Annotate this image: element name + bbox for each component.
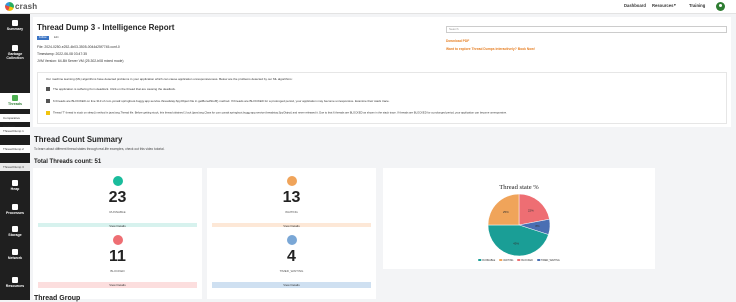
thread-state-label: RUNNABLE — [109, 210, 126, 214]
sidebar-subitem-active[interactable]: Thread Dump 3 — [0, 163, 30, 171]
view-details-button[interactable]: View Details — [38, 282, 197, 288]
sidebar-item-resources[interactable]: Resources — [0, 277, 30, 288]
sidebar-item-label: Heap — [10, 187, 20, 191]
page-title: Thread Dump 3 - Intelligence Report — [37, 23, 175, 32]
problem-item: 6 threads are BLOCKED on line 313 of com… — [46, 99, 390, 104]
top-bar: crash Dashboard Resources ▾ Training — [0, 0, 736, 14]
nav-dashboard[interactable]: Dashboard — [624, 3, 646, 8]
sidebar-item-label: Processes — [6, 211, 24, 215]
nav-training[interactable]: Training — [689, 3, 705, 8]
report-header-panel: Thread Dump 3 - Intelligence Report Foll… — [33, 17, 731, 127]
warning-icon — [46, 111, 50, 115]
sidebar-item-threads[interactable]: Threads — [0, 93, 30, 109]
sidebar-item-label: Summary — [6, 27, 24, 31]
logo[interactable]: crash — [5, 2, 37, 11]
pie-slice-label: 8% — [535, 224, 540, 228]
timed-waiting-icon — [287, 235, 297, 245]
problem-text: The application is suffering from deadlo… — [53, 87, 176, 91]
user-avatar[interactable] — [716, 2, 725, 11]
sidebar-subitem[interactable]: Thread Dump 2 — [0, 145, 30, 153]
search-input[interactable]: Search — [446, 26, 727, 33]
thread-count: 23 — [108, 189, 127, 206]
heap-icon — [12, 180, 18, 186]
thread-icon — [12, 95, 18, 101]
follow-button[interactable]: Follow — [37, 36, 49, 40]
problem-item: Thread 'T' thread is stuck on sleep() me… — [46, 111, 507, 115]
sidebar-item-heap[interactable]: Heap — [0, 180, 30, 191]
logo-word: crash — [15, 2, 38, 11]
problems-box: Our machine learning (ML) algorithms hav… — [37, 72, 727, 124]
sidebar-item-label: Storage — [8, 233, 22, 237]
pie-slice-label: 45% — [513, 241, 519, 245]
section-title-thread-group: Thread Group — [34, 295, 81, 302]
problems-intro: Our machine learning (ML) algorithms hav… — [46, 77, 293, 81]
summary-icon — [12, 20, 18, 26]
resources-icon — [12, 277, 18, 283]
thread-card-blocked: 11 BLOCKED View Details — [33, 227, 202, 299]
thread-count: 4 — [287, 248, 296, 265]
section-title: Thread Count Summary — [34, 135, 123, 144]
problem-item: The application is suffering from deadlo… — [46, 87, 176, 92]
chart-legend: RUNNABLE WAITING BLOCKED TIMED_WAITING — [478, 259, 560, 262]
sidebar-item-label: Resources — [5, 284, 25, 288]
legend-swatch — [517, 259, 521, 262]
timestamp-info: Timestamp: 2022-06-08 03:47:35 — [37, 52, 88, 56]
total-threads: Total Threads count: 51 — [34, 159, 102, 165]
sidebar-item-summary[interactable]: Summary — [0, 20, 30, 31]
sidebar-item-label: Garbage Collection — [6, 52, 24, 60]
sidebar-item-label: Threads — [8, 102, 22, 106]
chevron-down-icon[interactable]: ▾ — [674, 3, 676, 7]
legend-item[interactable]: RUNNABLE — [478, 259, 495, 262]
thread-count: 11 — [109, 248, 126, 265]
edit-link[interactable]: Edit — [52, 36, 60, 40]
legend-item[interactable]: BLOCKED — [517, 259, 533, 262]
runnable-icon — [113, 176, 123, 186]
legend-item[interactable]: TIMED_WAITING — [536, 259, 560, 262]
nav-resources[interactable]: Resources — [652, 3, 673, 8]
legend-swatch — [478, 259, 482, 262]
lock-icon — [46, 87, 50, 92]
sidebar-item-storage[interactable]: Storage — [0, 226, 30, 237]
section-subtitle: To learn about different thread states t… — [34, 147, 165, 151]
blocked-icon — [113, 235, 123, 245]
sidebar-item-network[interactable]: Network — [0, 249, 30, 260]
pie-chart: 22% 8% 45% 25% — [487, 193, 551, 257]
sidebar: Summary Garbage Collection Threads Compa… — [0, 14, 30, 300]
waiting-icon — [287, 176, 297, 186]
explore-link[interactable]: Want to explore Thread Dumps interactive… — [446, 47, 535, 51]
thread-state-label: BLOCKED — [110, 269, 125, 273]
jvm-info: JVM Version: 64-Bit Server VM (25.302-b0… — [37, 59, 124, 63]
storage-icon — [12, 226, 18, 232]
pie-slice-label: 22% — [528, 209, 534, 213]
processes-icon — [12, 204, 18, 210]
legend-item[interactable]: WAITING — [499, 259, 513, 262]
network-icon — [12, 249, 18, 255]
main-content: Thread Dump 3 - Intelligence Report Foll… — [30, 14, 736, 302]
thread-count: 13 — [282, 189, 301, 206]
sidebar-item-label: Network — [7, 256, 23, 260]
thread-state-label: WAITING — [285, 210, 298, 214]
pie-slice-label: 25% — [503, 210, 509, 214]
thread-state-label: TIMED_WAITING — [279, 269, 304, 273]
problem-text: 6 threads are BLOCKED on line 313 of com… — [53, 99, 390, 103]
sidebar-item-processes[interactable]: Processes — [0, 204, 30, 215]
view-details-button[interactable]: View Details — [212, 282, 371, 288]
trash-icon — [12, 45, 18, 51]
thread-state-chart-card: Thread state % 22% 8% 45% 25% RUNNABLE WAITI… — [383, 168, 655, 269]
problem-text: Thread 'T' thread is stuck on sleep() me… — [53, 111, 507, 115]
legend-swatch — [536, 259, 540, 262]
legend-swatch — [499, 259, 503, 262]
thread-card-timed-waiting: 4 TIMED_WAITING View Details — [207, 227, 376, 299]
sidebar-item-gc[interactable]: Garbage Collection — [0, 45, 30, 60]
sidebar-subitem[interactable]: Thread Dump 1 — [0, 127, 30, 135]
sidebar-subitem[interactable]: Comparative summary — [0, 114, 30, 128]
file-info: File: 2024-0250-e252-4b03-3505-0044d25f7… — [37, 45, 120, 49]
download-pdf-link[interactable]: Download PDF — [446, 39, 469, 43]
alert-icon — [46, 99, 50, 104]
logo-mark-icon — [5, 2, 14, 11]
